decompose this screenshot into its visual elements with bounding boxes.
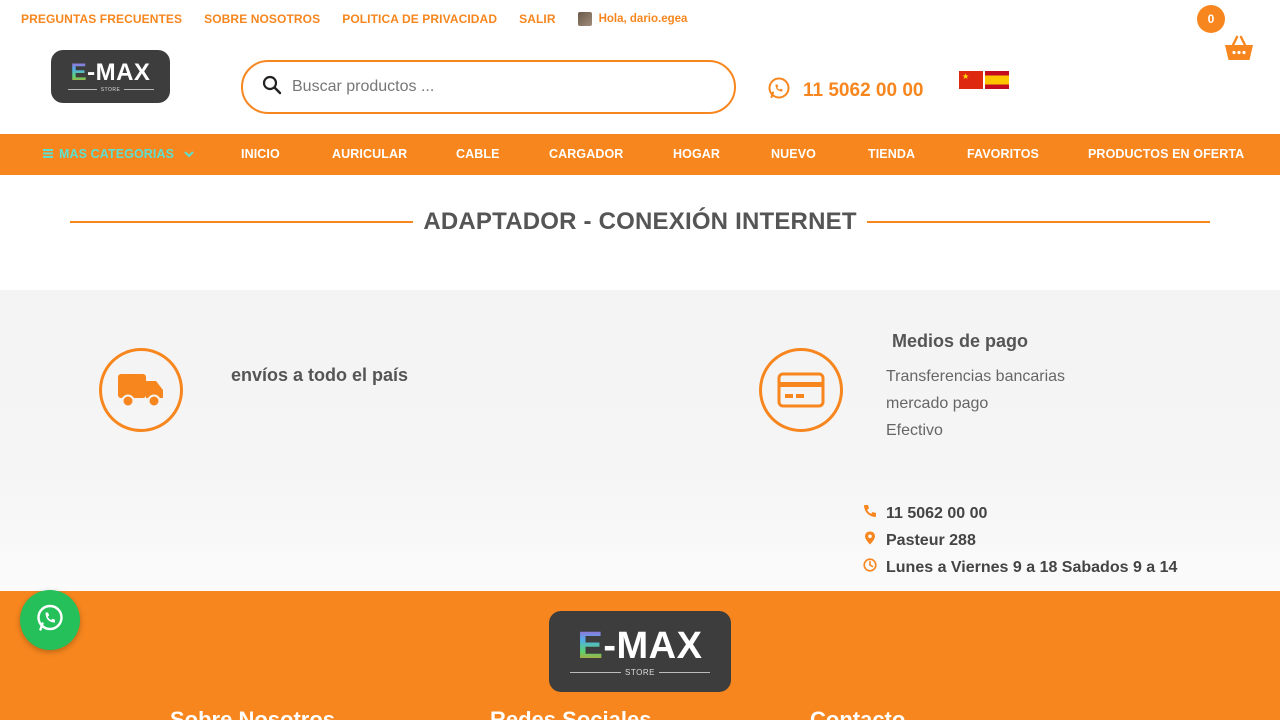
search-bar[interactable] (241, 60, 736, 114)
basket-icon[interactable] (1224, 34, 1254, 67)
cart-count-badge: 0 (1197, 5, 1225, 33)
payment-method: Transferencias bancarias (886, 368, 1066, 385)
whatsapp-icon (767, 76, 791, 105)
phone-icon (863, 504, 886, 523)
nav-item-auricular[interactable]: AURICULAR (332, 134, 407, 175)
nav-item-ofertas[interactable]: PRODUCTOS EN OFERTA (1088, 134, 1244, 175)
nav-item-inicio[interactable]: INICIO (241, 134, 280, 175)
nav-item-cable[interactable]: CABLE (456, 134, 500, 175)
search-icon[interactable] (262, 75, 282, 100)
search-input[interactable] (292, 78, 692, 96)
footer-logo-letter: E (577, 624, 604, 667)
contact-address-text: Pasteur 288 (886, 531, 976, 549)
nav-item-favoritos[interactable]: FAVORITOS (967, 134, 1039, 175)
payment-method: Efectivo (886, 422, 943, 439)
greeting-text: Hola, dario.egea (598, 13, 688, 25)
payment-title: Medios de pago (892, 331, 1029, 351)
contact-hours: Lunes a Viernes 9 a 18 Sabados 9 a 14 (863, 558, 1177, 577)
contact-hours-text: Lunes a Viernes 9 a 18 Sabados 9 a 14 (886, 558, 1178, 576)
heading-divider-right (866, 221, 1211, 223)
info-section: envíos a todo el país Medios de pago Tra… (0, 290, 1280, 591)
nav-item-tienda[interactable]: TIENDA (868, 134, 915, 175)
footer-heading-about: Sobre Nosotros (170, 707, 336, 720)
nav-categories-label: MAS CATEGORIAS (59, 147, 175, 161)
footer-heading-contact: Contacto (810, 707, 906, 720)
logo-letter: E (70, 58, 88, 86)
logo-wordmark: E -MAX (70, 58, 151, 86)
logo-text: -MAX (87, 58, 151, 86)
contact-phone-text: 11 5062 00 00 (886, 504, 988, 522)
logo-sub-text: STORE (100, 86, 121, 93)
link-privacy[interactable]: POLITICA DE PRIVACIDAD (342, 12, 497, 26)
footer-logo-wordmark: E -MAX (578, 627, 703, 665)
flag-china-icon[interactable] (959, 71, 983, 89)
main-nav: MAS CATEGORIAS INICIO AURICULAR CABLE CA… (0, 134, 1280, 175)
nav-item-cargador[interactable]: CARGADOR (549, 134, 623, 175)
payment-method: mercado pago (886, 395, 989, 412)
footer-logo-sub-text: STORE (625, 667, 655, 677)
link-faq[interactable]: PREGUNTAS FRECUENTES (21, 12, 182, 26)
header-phone[interactable]: 11 5062 00 00 (767, 76, 923, 105)
nav-item-nuevo[interactable]: NUEVO (771, 134, 816, 175)
menu-icon (43, 134, 53, 175)
link-about[interactable]: SOBRE NOSOTROS (204, 12, 320, 26)
avatar (577, 12, 592, 26)
location-pin-icon (863, 531, 886, 550)
nav-item-hogar[interactable]: HOGAR (673, 134, 720, 175)
contact-address: Pasteur 288 (863, 531, 976, 550)
footer-logo-text: -MAX (603, 624, 703, 667)
footer-heading-social: Redes Sociales (490, 707, 652, 720)
footer-logo-subline: STORE (570, 667, 711, 677)
contact-phone[interactable]: 11 5062 00 00 (863, 504, 987, 523)
phone-number: 11 5062 00 00 (803, 79, 924, 101)
nav-categories-dropdown[interactable]: MAS CATEGORIAS (43, 134, 194, 175)
page-heading: ADAPTADOR - CONEXIÓN INTERNET (70, 205, 1211, 239)
heading-divider-left (70, 221, 414, 223)
footer-logo[interactable]: E -MAX STORE (549, 611, 731, 692)
link-logout[interactable]: SALIR (519, 12, 556, 26)
truck-icon (99, 348, 183, 432)
credit-card-icon (759, 348, 843, 432)
flag-spain-icon[interactable] (985, 71, 1009, 89)
logo-subline: STORE (67, 86, 154, 93)
footer: E -MAX STORE Sobre Nosotros Redes Sociale… (0, 591, 1280, 720)
whatsapp-icon (34, 602, 66, 639)
whatsapp-float-button[interactable] (20, 590, 80, 650)
shipping-text: envíos a todo el país (231, 365, 409, 385)
clock-icon (863, 558, 886, 577)
top-links: PREGUNTAS FRECUENTES SOBRE NOSOTROS POLI… (21, 12, 687, 26)
user-greeting[interactable]: Hola, dario.egea (577, 12, 688, 26)
language-switcher (959, 71, 1011, 89)
chevron-down-icon (184, 134, 194, 175)
site-logo[interactable]: E -MAX STORE (51, 50, 170, 103)
page-title: ADAPTADOR - CONEXIÓN INTERNET (423, 208, 857, 235)
